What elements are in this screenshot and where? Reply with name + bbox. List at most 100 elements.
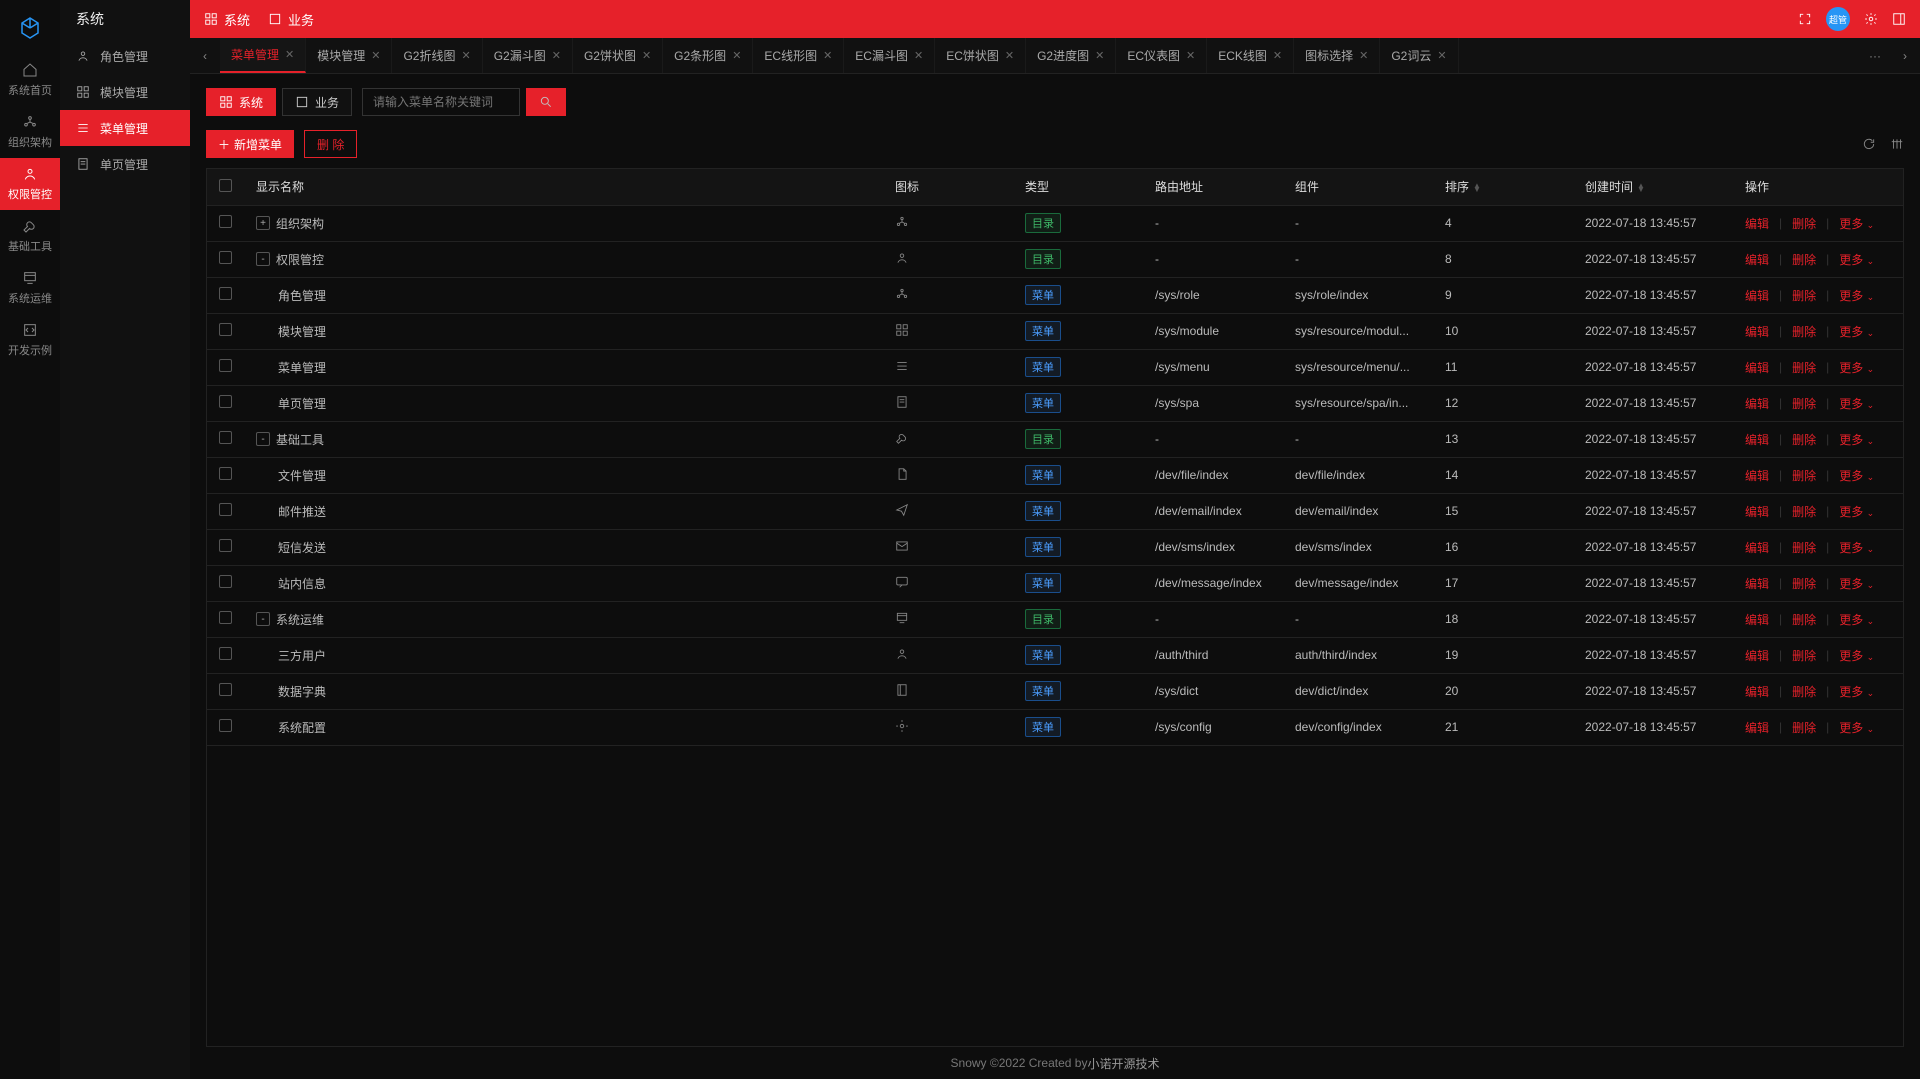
close-icon[interactable]: ✕ (371, 49, 380, 62)
tab[interactable]: 菜单管理 ✕ (220, 38, 306, 73)
close-icon[interactable]: ✕ (642, 49, 651, 62)
delete-link[interactable]: 删除 (1792, 359, 1816, 376)
panel-icon[interactable] (1892, 12, 1906, 26)
delete-button[interactable]: 删 除 (304, 130, 357, 158)
delete-link[interactable]: 删除 (1792, 287, 1816, 304)
tab[interactable]: 模块管理 ✕ (306, 38, 392, 73)
tab[interactable]: G2折线图 ✕ (392, 38, 482, 73)
rail-item-ops[interactable]: 系统运维 (0, 262, 60, 314)
close-icon[interactable]: ✕ (914, 49, 923, 62)
settings-icon[interactable] (1864, 12, 1878, 26)
delete-link[interactable]: 删除 (1792, 539, 1816, 556)
expander-icon[interactable]: - (256, 432, 270, 446)
more-link[interactable]: 更多 ⌄ (1839, 251, 1874, 268)
close-icon[interactable]: ✕ (1273, 49, 1282, 62)
delete-link[interactable]: 删除 (1792, 395, 1816, 412)
edit-link[interactable]: 编辑 (1745, 539, 1769, 556)
checkbox-row[interactable] (219, 539, 232, 552)
tab[interactable]: G2饼状图 ✕ (573, 38, 663, 73)
delete-link[interactable]: 删除 (1792, 575, 1816, 592)
tab[interactable]: EC饼状图 ✕ (935, 38, 1026, 73)
edit-link[interactable]: 编辑 (1745, 215, 1769, 232)
more-link[interactable]: 更多 ⌄ (1839, 215, 1874, 232)
delete-link[interactable]: 删除 (1792, 611, 1816, 628)
delete-link[interactable]: 删除 (1792, 323, 1816, 340)
checkbox-row[interactable] (219, 467, 232, 480)
tab[interactable]: G2条形图 ✕ (663, 38, 753, 73)
rail-item-code[interactable]: 开发示例 (0, 314, 60, 366)
col-ops[interactable]: 操作 (1733, 169, 1903, 205)
checkbox-row[interactable] (219, 323, 232, 336)
close-icon[interactable]: ✕ (461, 49, 470, 62)
edit-link[interactable]: 编辑 (1745, 647, 1769, 664)
more-link[interactable]: 更多 ⌄ (1839, 683, 1874, 700)
more-link[interactable]: 更多 ⌄ (1839, 503, 1874, 520)
col-type[interactable]: 类型 (1013, 169, 1143, 205)
rail-item-org[interactable]: 组织架构 (0, 106, 60, 158)
edit-link[interactable]: 编辑 (1745, 683, 1769, 700)
sidebar-item-menu[interactable]: 菜单管理 (60, 110, 190, 146)
more-link[interactable]: 更多 ⌄ (1839, 287, 1874, 304)
close-icon[interactable]: ✕ (1359, 49, 1368, 62)
checkbox-row[interactable] (219, 719, 232, 732)
more-link[interactable]: 更多 ⌄ (1839, 719, 1874, 736)
more-link[interactable]: 更多 ⌄ (1839, 323, 1874, 340)
tab[interactable]: EC线形图 ✕ (753, 38, 844, 73)
col-name[interactable]: 显示名称 (244, 169, 883, 205)
col-route[interactable]: 路由地址 (1143, 169, 1283, 205)
checkbox-row[interactable] (219, 611, 232, 624)
checkbox-row[interactable] (219, 683, 232, 696)
topnav-box[interactable]: 业务 (268, 10, 314, 29)
rail-item-tool[interactable]: 基础工具 (0, 210, 60, 262)
close-icon[interactable]: ✕ (823, 49, 832, 62)
more-link[interactable]: 更多 ⌄ (1839, 611, 1874, 628)
close-icon[interactable]: ✕ (732, 49, 741, 62)
col-component[interactable]: 组件 (1283, 169, 1433, 205)
col-created[interactable]: 创建时间▲▼ (1573, 169, 1733, 205)
search-button[interactable] (526, 88, 566, 116)
more-link[interactable]: 更多 ⌄ (1839, 359, 1874, 376)
sidebar-item-page[interactable]: 单页管理 (60, 146, 190, 182)
more-link[interactable]: 更多 ⌄ (1839, 575, 1874, 592)
tab[interactable]: G2进度图 ✕ (1026, 38, 1116, 73)
close-icon[interactable]: ✕ (1186, 49, 1195, 62)
rail-item-user[interactable]: 权限管控 (0, 158, 60, 210)
checkbox-row[interactable] (219, 431, 232, 444)
close-icon[interactable]: ✕ (1095, 49, 1104, 62)
columns-icon[interactable] (1890, 137, 1904, 151)
delete-link[interactable]: 删除 (1792, 647, 1816, 664)
edit-link[interactable]: 编辑 (1745, 287, 1769, 304)
delete-link[interactable]: 删除 (1792, 215, 1816, 232)
close-icon[interactable]: ✕ (1437, 49, 1446, 62)
tabs-prev[interactable]: ‹ (190, 38, 220, 73)
tab[interactable]: EC仪表图 ✕ (1116, 38, 1207, 73)
close-icon[interactable]: ✕ (285, 48, 294, 61)
edit-link[interactable]: 编辑 (1745, 467, 1769, 484)
edit-link[interactable]: 编辑 (1745, 395, 1769, 412)
delete-link[interactable]: 删除 (1792, 503, 1816, 520)
tab[interactable]: ECK线图 ✕ (1207, 38, 1294, 73)
tab[interactable]: G2词云 ✕ (1380, 38, 1458, 73)
more-link[interactable]: 更多 ⌄ (1839, 431, 1874, 448)
refresh-icon[interactable] (1862, 137, 1876, 151)
expander-icon[interactable]: + (256, 216, 270, 230)
close-icon[interactable]: ✕ (552, 49, 561, 62)
avatar[interactable]: 超管 (1826, 7, 1850, 31)
close-icon[interactable]: ✕ (1005, 49, 1014, 62)
filter-system-button[interactable]: 系统 (206, 88, 276, 116)
delete-link[interactable]: 删除 (1792, 251, 1816, 268)
more-link[interactable]: 更多 ⌄ (1839, 395, 1874, 412)
edit-link[interactable]: 编辑 (1745, 503, 1769, 520)
expander-icon[interactable]: - (256, 612, 270, 626)
checkbox-row[interactable] (219, 395, 232, 408)
delete-link[interactable]: 删除 (1792, 683, 1816, 700)
search-input[interactable] (362, 88, 520, 116)
expander-icon[interactable]: - (256, 252, 270, 266)
col-icon[interactable]: 图标 (883, 169, 1013, 205)
footer-link[interactable]: 小诺开源技术 (1087, 1055, 1159, 1072)
edit-link[interactable]: 编辑 (1745, 251, 1769, 268)
edit-link[interactable]: 编辑 (1745, 611, 1769, 628)
delete-link[interactable]: 删除 (1792, 719, 1816, 736)
add-menu-button[interactable]: ＋ 新增菜单 (206, 130, 294, 158)
tab[interactable]: G2漏斗图 ✕ (483, 38, 573, 73)
